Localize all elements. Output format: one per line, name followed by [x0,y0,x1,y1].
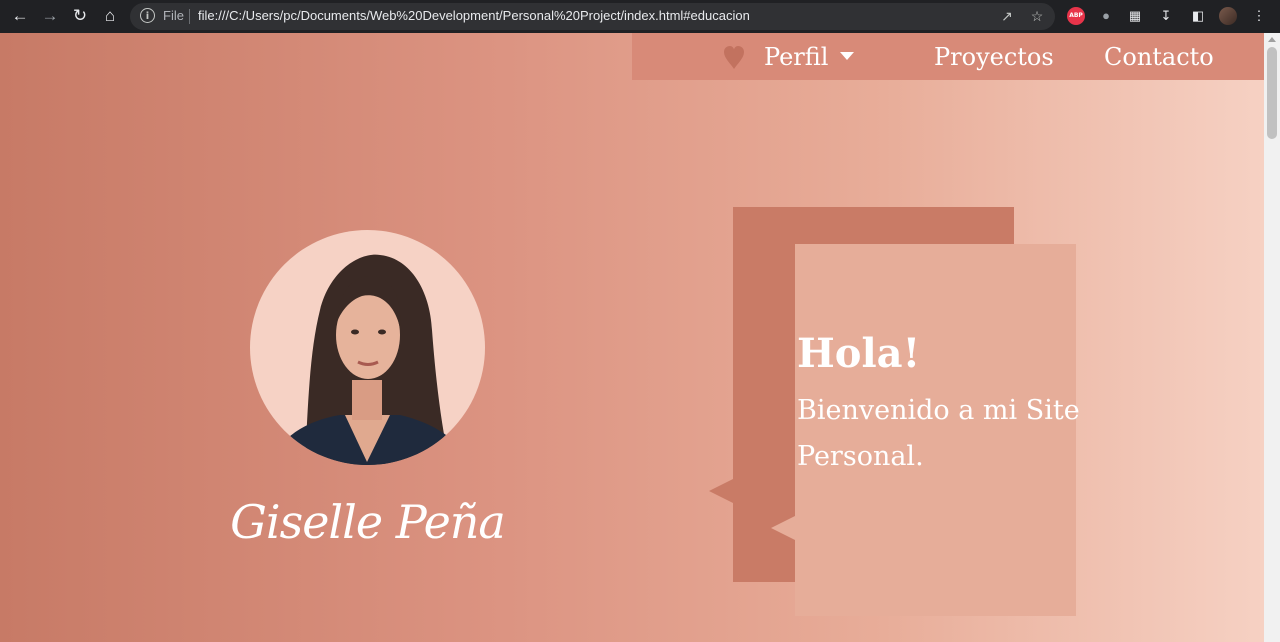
url-separator [189,9,190,24]
home-icon[interactable]: ⌂ [99,5,121,27]
reload-icon[interactable]: ↻ [69,5,91,27]
info-icon[interactable]: i [140,8,155,23]
profile-name: Giselle Peña [230,495,506,549]
extension-icon[interactable]: ● [1097,7,1115,25]
sidepanel-icon[interactable]: ◧ [1189,7,1207,25]
share-icon[interactable]: ↗ [998,7,1016,25]
site-navbar: Perfil Proyectos Contacto [632,33,1264,80]
nav-item-proyectos[interactable]: Proyectos [934,41,1054,73]
browser-toolbar: ← → ↻ ⌂ i File file:///C:/Users/pc/Docum… [0,0,1280,33]
puzzle-icon[interactable]: ▦ [1126,7,1144,25]
download-icon[interactable]: ↧ [1157,7,1175,25]
nav-item-contacto[interactable]: Contacto [1104,41,1214,73]
scrollbar[interactable] [1264,33,1280,642]
scroll-up-icon[interactable] [1268,37,1276,42]
scroll-thumb[interactable] [1267,47,1277,139]
profile-avatar[interactable] [1219,7,1237,25]
url-text[interactable]: file:///C:/Users/pc/Documents/Web%20Deve… [198,8,750,23]
speech-bubble-tail-inner [771,516,795,540]
menu-icon[interactable]: ⋮ [1250,7,1268,25]
speech-bubble-tail [709,478,735,504]
greeting-title: Hola! [797,330,921,377]
portrait-illustration [270,254,470,465]
nav-item-perfil[interactable]: Perfil [764,41,828,73]
chevron-down-icon[interactable] [840,52,854,60]
bookmark-star-icon[interactable]: ☆ [1028,7,1046,25]
back-icon[interactable]: ← [9,5,31,27]
address-bar[interactable]: i File file:///C:/Users/pc/Documents/Web… [130,3,1055,30]
forward-icon[interactable]: → [39,5,61,27]
adblock-icon[interactable]: ABP [1067,7,1085,25]
profile-photo [250,230,485,465]
heart-icon [724,46,744,69]
greeting-subtitle: Bienvenido a mi Site Personal. [797,395,1080,472]
url-scheme-label: File [163,8,184,23]
